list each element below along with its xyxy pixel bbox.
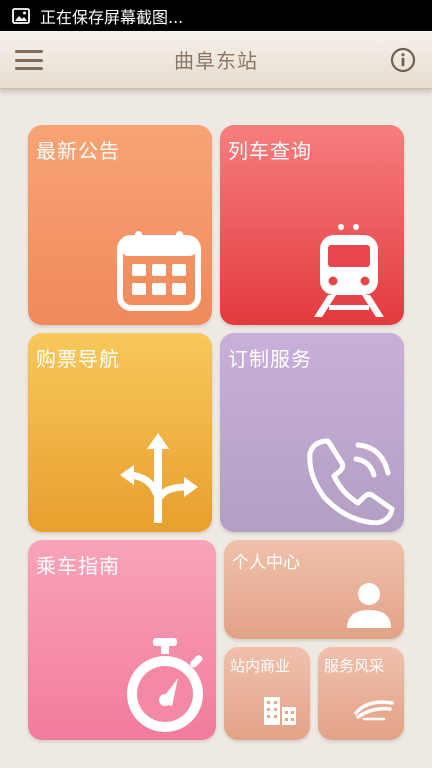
- tile-label: 列车查询: [228, 139, 312, 163]
- hamburger-menu-icon[interactable]: [14, 47, 44, 73]
- tile-label: 最新公告: [36, 139, 120, 163]
- tile-service-showcase[interactable]: 服务风采: [318, 647, 404, 740]
- status-bar: 正在保存屏幕截图...: [0, 0, 432, 31]
- tile-boarding-guide[interactable]: 乘车指南: [28, 540, 216, 740]
- tile-label: 购票导航: [36, 347, 120, 371]
- tile-label: 个人中心: [232, 553, 300, 573]
- app-header: 曲阜东站: [0, 31, 432, 89]
- status-text: 正在保存屏幕截图...: [40, 7, 184, 27]
- tile-latest-notice[interactable]: 最新公告: [28, 125, 212, 325]
- page-title: 曲阜东站: [174, 49, 258, 73]
- tile-ticket-navigation[interactable]: 购票导航: [28, 333, 212, 532]
- direction-arrows-icon: [120, 433, 198, 523]
- tile-custom-service[interactable]: 订制服务: [220, 333, 404, 532]
- tile-label: 站内商业: [230, 657, 291, 675]
- user-icon: [347, 583, 391, 628]
- tile-personal-center[interactable]: 个人中心: [224, 540, 404, 639]
- buildings-icon: [264, 697, 296, 725]
- stopwatch-icon: [127, 638, 203, 732]
- calendar-icon: [117, 231, 201, 311]
- tile-train-query[interactable]: 列车查询: [220, 125, 404, 325]
- railway-logo-icon: [354, 700, 394, 721]
- tile-label: 乘车指南: [36, 554, 120, 578]
- image-icon: [12, 7, 30, 24]
- phone-icon: [307, 438, 395, 525]
- tile-station-commerce[interactable]: 站内商业: [224, 647, 310, 740]
- train-icon: [314, 224, 384, 317]
- tile-label: 服务风采: [324, 657, 385, 675]
- info-icon[interactable]: [390, 47, 416, 73]
- tile-label: 订制服务: [228, 347, 312, 371]
